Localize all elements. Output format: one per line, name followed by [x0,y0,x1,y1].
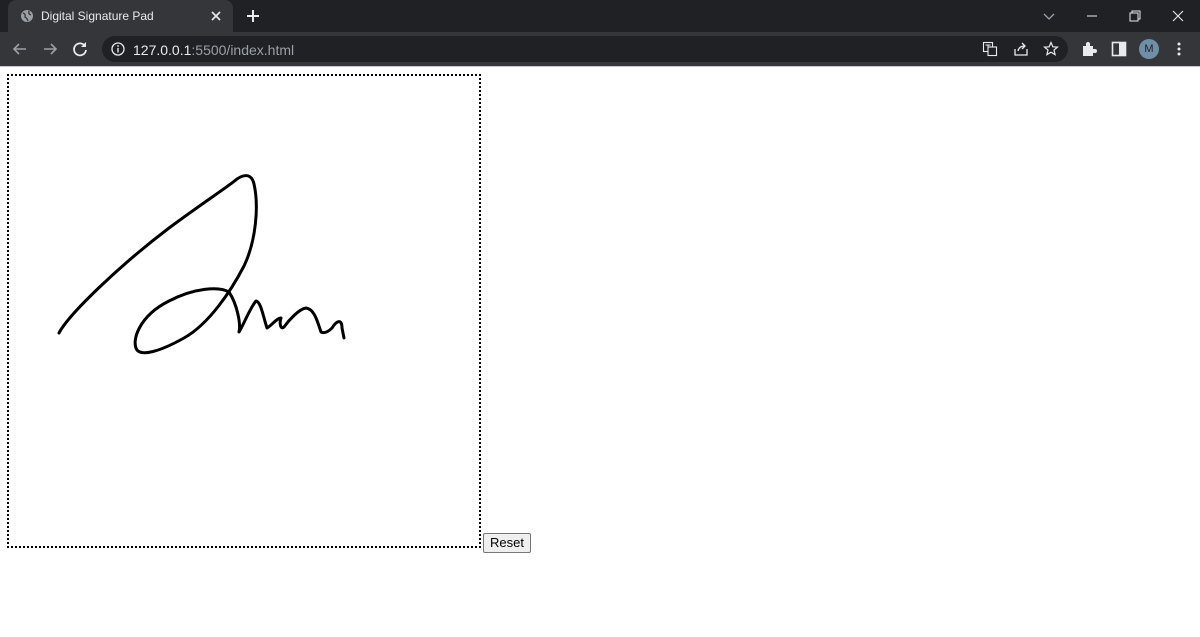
address-bar[interactable]: 127.0.0.1:5500/index.html [102,36,1068,62]
reset-button[interactable]: Reset [483,533,531,553]
url-text: 127.0.0.1:5500/index.html [133,42,294,58]
plus-icon[interactable] [244,7,262,25]
tab-strip: Digital Signature Pad [0,0,1200,32]
close-window-icon[interactable] [1168,6,1188,26]
signature-pad-canvas[interactable] [7,74,481,548]
browser-tab[interactable]: Digital Signature Pad [8,0,233,32]
forward-icon[interactable] [40,39,60,59]
side-panel-icon[interactable] [1110,40,1128,58]
share-icon[interactable] [1013,41,1029,57]
globe-icon [21,10,33,22]
back-icon[interactable] [10,39,30,59]
star-icon[interactable] [1043,41,1059,57]
close-icon[interactable] [208,8,224,24]
signature-drawing [57,174,346,355]
tab-title: Digital Signature Pad [41,9,154,23]
menu-icon[interactable] [1170,40,1188,58]
url-host: 127.0.0.1 [133,42,192,58]
info-icon[interactable] [110,41,126,57]
restore-icon[interactable] [1125,6,1145,26]
url-path: :5500/index.html [191,42,295,58]
translate-icon[interactable] [982,41,998,57]
browser-toolbar: 127.0.0.1:5500/index.html M [0,32,1200,66]
chevron-down-icon[interactable] [1039,6,1059,26]
profile-avatar[interactable]: M [1139,39,1159,59]
minimize-icon[interactable] [1082,6,1102,26]
signature-stroke [57,174,346,355]
reload-icon[interactable] [70,39,90,59]
extensions-icon[interactable] [1080,40,1098,58]
toolbar-divider [0,66,1200,67]
